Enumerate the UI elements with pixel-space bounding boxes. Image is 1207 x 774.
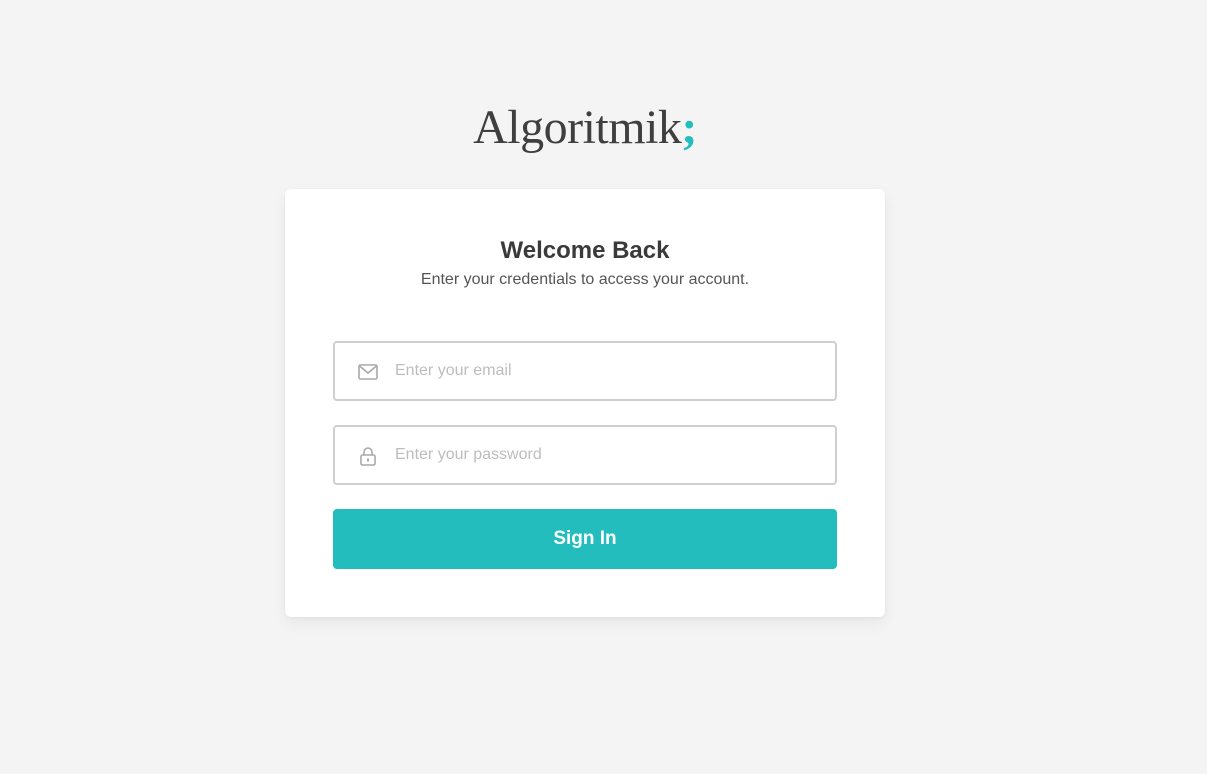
login-title: Welcome Back (500, 237, 670, 264)
login-subtitle: Enter your credentials to access your ac… (420, 271, 750, 288)
sign-in-button[interactable]: Sign In (333, 509, 837, 569)
brand-name: Algoritmik (473, 101, 682, 154)
password-field[interactable] (333, 425, 837, 485)
email-input[interactable] (395, 343, 825, 399)
brand-logo: Algoritmik; (0, 98, 1170, 158)
email-field[interactable] (333, 341, 837, 401)
login-card: Welcome Back Enter your credentials to a… (285, 189, 885, 617)
login-page: Algoritmik; Welcome Back Enter your cred… (0, 0, 1207, 774)
lock-icon (357, 445, 379, 467)
brand-mark: ; (681, 101, 697, 154)
mail-icon (357, 361, 379, 383)
password-input[interactable] (395, 427, 825, 483)
